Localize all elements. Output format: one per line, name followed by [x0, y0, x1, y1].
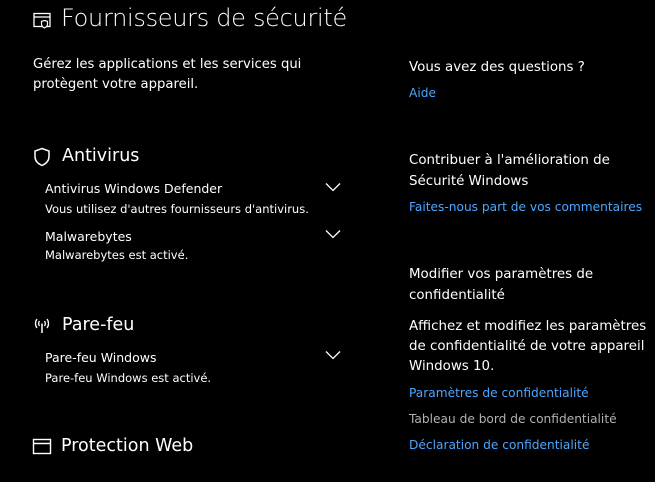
browser-window-icon [32, 438, 52, 455]
privacy-dashboard-text: Tableau de bord de confidentialité [409, 412, 617, 426]
privacy-statement-link[interactable]: Déclaration de confidentialité [409, 438, 589, 452]
web-protection-heading: Protection Web [61, 436, 194, 456]
page-description: Gérez les applications et les services q… [33, 57, 302, 92]
antivirus-item-name: Antivirus Windows Defender [45, 181, 223, 196]
shield-icon [34, 147, 50, 167]
questions-heading: Vous avez des questions ? [409, 60, 585, 75]
firewall-heading: Pare-feu [62, 315, 135, 335]
antivirus-item-status: Malwarebytes est activé. [45, 248, 189, 262]
chevron-down-icon[interactable] [325, 350, 341, 360]
page-title: Fournisseurs de sécurité [61, 4, 347, 32]
wireless-antenna-icon [34, 318, 50, 333]
firewall-item-status: Pare-feu Windows est activé. [45, 371, 212, 385]
antivirus-item-name: Malwarebytes [45, 229, 132, 244]
privacy-heading: Modifier vos paramètres de confidentiali… [409, 267, 594, 303]
feedback-heading: Contribuer à l'amélioration de Sécurité … [409, 153, 610, 189]
chevron-down-icon[interactable] [325, 182, 341, 192]
security-providers-icon [33, 12, 51, 29]
antivirus-heading: Antivirus [62, 146, 140, 166]
help-link[interactable]: Aide [409, 86, 436, 100]
firewall-item-name: Pare-feu Windows [45, 350, 157, 365]
privacy-settings-link[interactable]: Paramètres de confidentialité [409, 386, 589, 400]
privacy-description: Affichez et modifiez les paramètres de c… [409, 319, 647, 374]
antivirus-item-status: Vous utilisez d'autres fournisseurs d'an… [45, 202, 309, 216]
feedback-link[interactable]: Faites-nous part de vos commentaires [409, 200, 642, 214]
chevron-down-icon[interactable] [325, 229, 341, 239]
